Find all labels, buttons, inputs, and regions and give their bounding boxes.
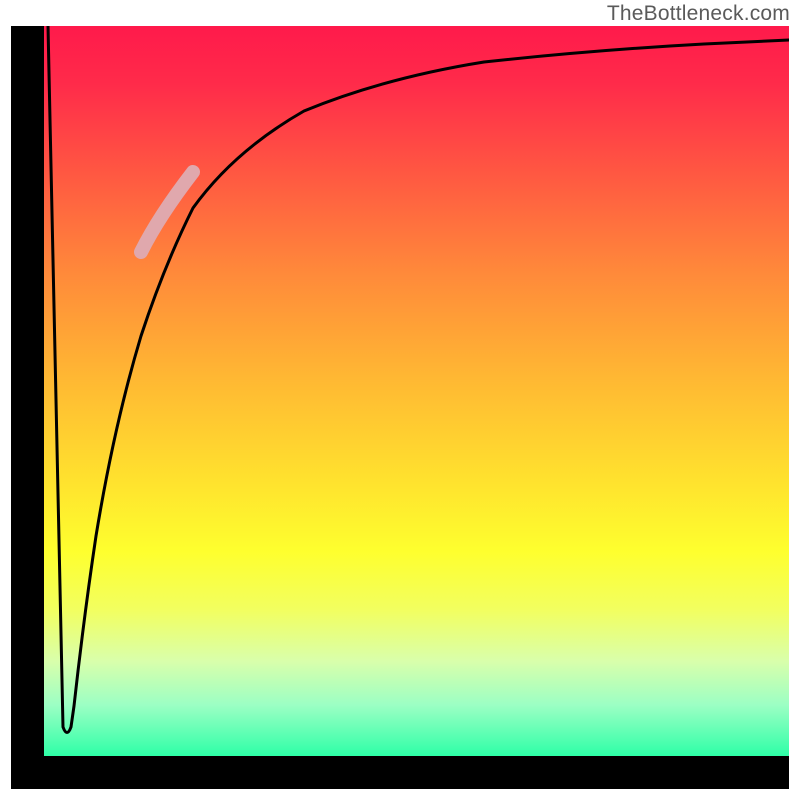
highlight-segment	[141, 172, 193, 252]
x-axis-bar	[11, 756, 789, 789]
y-axis-bar	[11, 26, 44, 789]
chart-frame	[11, 26, 789, 789]
bottleneck-curve	[48, 26, 789, 733]
attribution-text: TheBottleneck.com	[607, 2, 790, 26]
chart-svg	[44, 26, 789, 756]
